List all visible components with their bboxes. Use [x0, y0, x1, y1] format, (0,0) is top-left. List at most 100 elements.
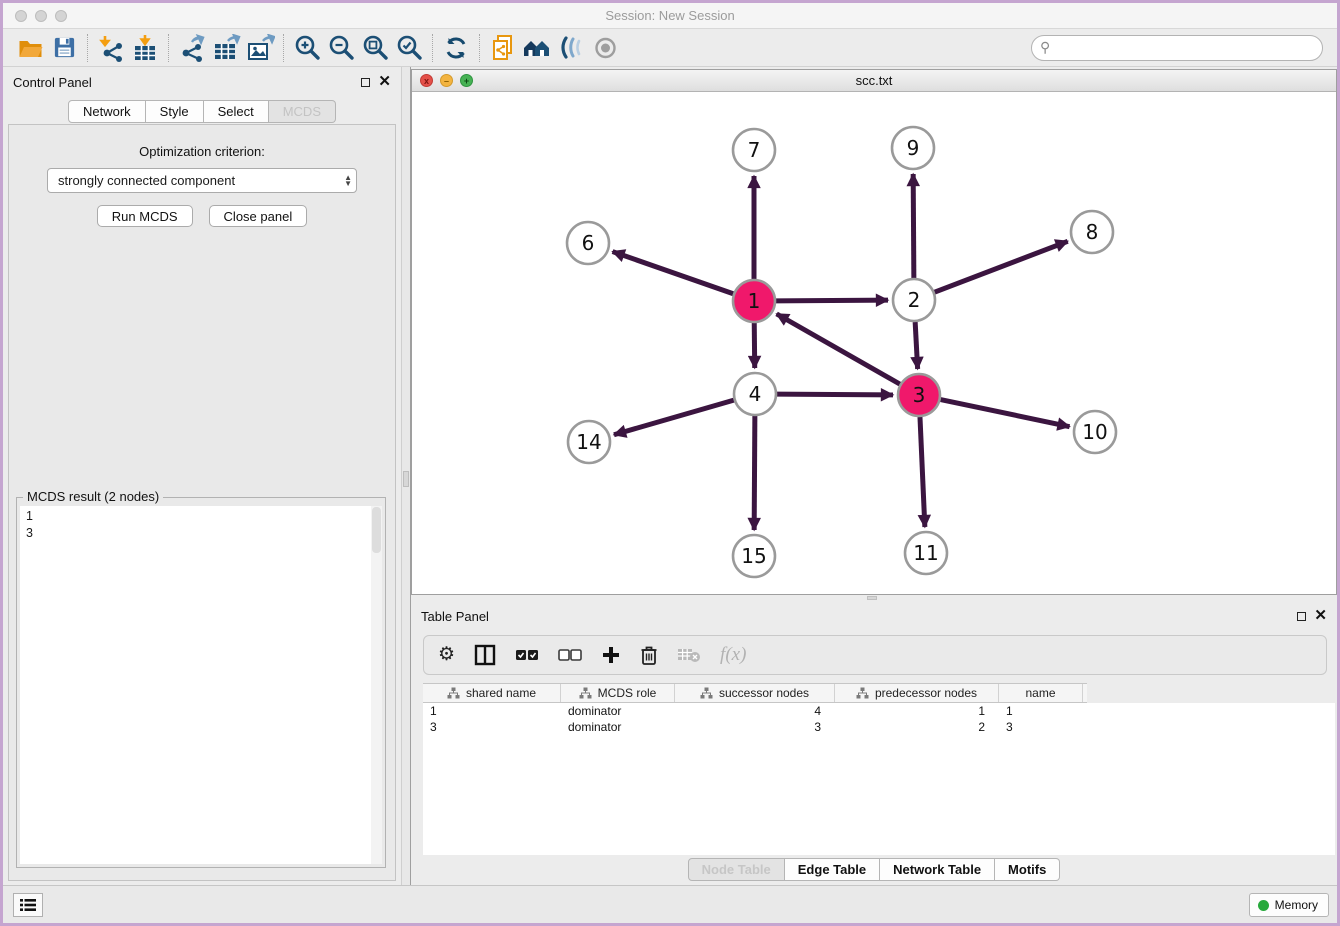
- graph-node-label: 4: [749, 382, 762, 406]
- graph-edge-4-15[interactable]: [754, 416, 755, 530]
- graph-edge-4-3[interactable]: [777, 394, 893, 395]
- import-network-button[interactable]: [94, 32, 128, 64]
- graph-node-label: 3: [913, 383, 926, 407]
- export-image-button[interactable]: [243, 32, 277, 64]
- network-file-icon: [490, 34, 517, 62]
- graph-edge-3-10[interactable]: [941, 400, 1070, 427]
- control-panel: Control Panel ✕ Network Style Select MCD…: [3, 67, 401, 885]
- graph-edge-3-11[interactable]: [920, 417, 925, 527]
- style-brush-button[interactable]: [554, 32, 588, 64]
- zoom-selected-button[interactable]: [392, 32, 426, 64]
- task-history-button[interactable]: [13, 893, 43, 917]
- function-builder-icon[interactable]: f(x): [720, 642, 746, 668]
- close-panel-icon[interactable]: ✕: [1314, 611, 1327, 621]
- table-row[interactable]: 1 dominator 4 1 1: [423, 703, 1335, 719]
- graph-edge-2-9[interactable]: [913, 174, 914, 278]
- float-panel-icon[interactable]: [1297, 612, 1306, 621]
- graph-edge-3-1[interactable]: [777, 314, 900, 384]
- export-table-icon: [212, 34, 241, 62]
- export-network-button[interactable]: [175, 32, 209, 64]
- graph-node-label: 6: [582, 231, 595, 255]
- network-canvas[interactable]: 7968124314101511: [412, 92, 1336, 594]
- open-session-button[interactable]: [13, 32, 47, 64]
- column-header-shared-name[interactable]: shared name: [423, 684, 561, 702]
- refresh-button[interactable]: [439, 32, 473, 64]
- column-header-name[interactable]: name: [999, 684, 1083, 702]
- criterion-select[interactable]: strongly connected component ▲▼: [47, 168, 357, 193]
- add-column-icon[interactable]: [601, 642, 621, 668]
- tab-style[interactable]: Style: [146, 100, 204, 123]
- graph-edge-2-8[interactable]: [935, 241, 1068, 292]
- export-network-icon: [178, 34, 206, 62]
- zoom-fit-button[interactable]: [358, 32, 392, 64]
- float-panel-icon[interactable]: [361, 78, 370, 87]
- zoom-fit-icon: [362, 34, 389, 61]
- delete-column-icon[interactable]: [640, 642, 658, 668]
- graph-edge-4-14[interactable]: [614, 400, 734, 435]
- mcds-result-line: 3: [26, 525, 382, 542]
- graph-edge-1-6[interactable]: [613, 252, 734, 294]
- zoom-out-button[interactable]: [324, 32, 358, 64]
- table-panel: Table Panel ✕ ⚙: [411, 601, 1337, 885]
- column-header-mcds-role[interactable]: MCDS role: [561, 684, 675, 702]
- close-panel-icon[interactable]: ✕: [378, 77, 391, 87]
- import-table-icon: [131, 34, 159, 62]
- titlebar: Session: New Session: [3, 3, 1337, 29]
- zoom-selected-icon: [396, 34, 423, 61]
- tab-mcds[interactable]: MCDS: [269, 100, 336, 123]
- zoom-in-button[interactable]: [290, 32, 324, 64]
- tab-network[interactable]: Network: [68, 100, 146, 123]
- control-panel-tabs: Network Style Select MCDS: [3, 100, 401, 123]
- toolbar-separator: [479, 34, 480, 62]
- splitter-grip[interactable]: [867, 596, 877, 600]
- export-table-button[interactable]: [209, 32, 243, 64]
- mcds-result-title: MCDS result (2 nodes): [23, 489, 163, 504]
- graph-node-label: 7: [748, 138, 761, 162]
- close-panel-button[interactable]: Close panel: [209, 205, 308, 227]
- network-view-window: x – + scc.txt 7968124314101511: [411, 69, 1337, 595]
- gear-icon[interactable]: ⚙: [438, 642, 455, 668]
- graph-node-label: 8: [1086, 220, 1099, 244]
- graph-node-label: 9: [907, 136, 920, 160]
- column-type-icon: [447, 687, 460, 699]
- eye-icon: [592, 36, 619, 60]
- save-session-button[interactable]: [47, 32, 81, 64]
- home-button[interactable]: [520, 32, 554, 64]
- run-mcds-button[interactable]: Run MCDS: [97, 205, 193, 227]
- search-input[interactable]: [1050, 38, 1322, 58]
- import-table-button[interactable]: [128, 32, 162, 64]
- deselect-all-icon[interactable]: [558, 642, 582, 668]
- eye-button[interactable]: [588, 32, 622, 64]
- tab-node-table[interactable]: Node Table: [688, 858, 785, 881]
- tab-network-table[interactable]: Network Table: [880, 858, 995, 881]
- columns-icon[interactable]: [474, 642, 496, 668]
- main-toolbar: ⚲: [3, 29, 1337, 67]
- column-header-successor-nodes[interactable]: successor nodes: [675, 684, 835, 702]
- network-window-title: scc.txt: [412, 73, 1336, 88]
- toolbar-separator: [87, 34, 88, 62]
- network-window-titlebar: x – + scc.txt: [412, 70, 1336, 92]
- vertical-splitter[interactable]: [401, 67, 411, 885]
- select-all-icon[interactable]: [515, 642, 539, 668]
- mcds-result-text[interactable]: 1 3: [20, 506, 382, 864]
- table-body: 1 dominator 4 1 1 3 dominator 3 2 3: [423, 703, 1335, 855]
- control-panel-header: Control Panel ✕: [3, 67, 401, 97]
- refresh-icon: [443, 35, 469, 61]
- search-field[interactable]: ⚲: [1031, 35, 1323, 61]
- table-header-row: shared name MCDS role successor nodes pr…: [423, 683, 1087, 703]
- graph-edge-2-3[interactable]: [915, 322, 917, 369]
- network-from-file-button[interactable]: [486, 32, 520, 64]
- tab-select[interactable]: Select: [204, 100, 269, 123]
- delete-table-icon[interactable]: [677, 642, 701, 668]
- splitter-grip[interactable]: [403, 471, 409, 487]
- tab-edge-table[interactable]: Edge Table: [785, 858, 880, 881]
- column-header-predecessor-nodes[interactable]: predecessor nodes: [835, 684, 999, 702]
- table-row[interactable]: 3 dominator 3 2 3: [423, 719, 1335, 735]
- graph-edge-1-2[interactable]: [776, 300, 888, 301]
- result-scrollbar[interactable]: [371, 506, 382, 864]
- table-panel-header: Table Panel ✕: [411, 601, 1337, 631]
- graph-node-label: 14: [576, 430, 601, 454]
- table-tabs: Node Table Edge Table Network Table Moti…: [411, 858, 1337, 881]
- tab-motifs[interactable]: Motifs: [995, 858, 1060, 881]
- memory-button[interactable]: Memory: [1249, 893, 1329, 917]
